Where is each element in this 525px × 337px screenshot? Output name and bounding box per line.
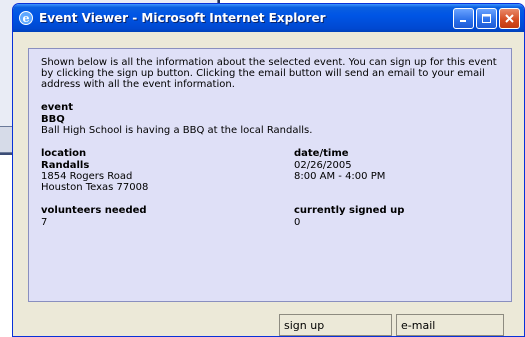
email-button[interactable]: e-mail bbox=[396, 314, 504, 336]
window-content: Shown below is all the information about… bbox=[17, 32, 520, 336]
datetime-section: date/time 02/26/2005 8:00 AM - 4:00 PM bbox=[294, 148, 499, 193]
signed-up-section: currently signed up 0 bbox=[294, 205, 499, 228]
window-title: Event Viewer - Microsoft Internet Explor… bbox=[39, 11, 326, 25]
location-datetime-row: location Randalls 1854 Rogers Road Houst… bbox=[41, 148, 499, 193]
event-date: 02/26/2005 bbox=[294, 160, 352, 171]
maximize-button[interactable] bbox=[476, 7, 497, 29]
currently-signed-up-label: currently signed up bbox=[294, 205, 405, 216]
volunteers-section: volunteers needed 7 bbox=[41, 205, 294, 228]
event-description: Ball High School is having a BBQ at the … bbox=[41, 125, 313, 136]
event-label: event bbox=[41, 102, 73, 113]
location-address-line1: 1854 Rogers Road bbox=[41, 171, 133, 182]
svg-text:e: e bbox=[23, 12, 30, 25]
close-button[interactable] bbox=[499, 7, 520, 29]
location-section: location Randalls 1854 Rogers Road Houst… bbox=[41, 148, 294, 193]
event-section: event BBQ Ball High School is having a B… bbox=[41, 102, 499, 136]
event-details-panel: Shown below is all the information about… bbox=[28, 48, 512, 302]
location-address-line2: Houston Texas 77008 bbox=[41, 182, 149, 193]
internet-explorer-icon: e bbox=[18, 10, 34, 26]
location-name: Randalls bbox=[41, 160, 90, 171]
minimize-icon bbox=[458, 9, 469, 28]
intro-text: Shown below is all the information about… bbox=[41, 57, 497, 90]
sign-up-button[interactable]: sign up bbox=[279, 314, 392, 336]
background-divider bbox=[0, 153, 12, 155]
location-label: location bbox=[41, 148, 87, 159]
volunteers-row: volunteers needed 7 currently signed up … bbox=[41, 205, 499, 228]
minimize-button[interactable] bbox=[453, 7, 474, 29]
action-buttons: sign up e-mail bbox=[279, 314, 504, 336]
volunteers-needed-value: 7 bbox=[41, 217, 48, 228]
background-tab bbox=[0, 127, 12, 153]
currently-signed-up-value: 0 bbox=[294, 217, 301, 228]
close-icon bbox=[504, 9, 515, 28]
datetime-label: date/time bbox=[294, 148, 349, 159]
event-time: 8:00 AM - 4:00 PM bbox=[294, 171, 386, 182]
title-bar[interactable]: e Event Viewer - Microsoft Internet Expl… bbox=[13, 4, 524, 32]
maximize-icon bbox=[481, 9, 492, 28]
volunteers-needed-label: volunteers needed bbox=[41, 205, 147, 216]
event-name: BBQ bbox=[41, 114, 65, 125]
event-viewer-window: e Event Viewer - Microsoft Internet Expl… bbox=[12, 3, 525, 337]
